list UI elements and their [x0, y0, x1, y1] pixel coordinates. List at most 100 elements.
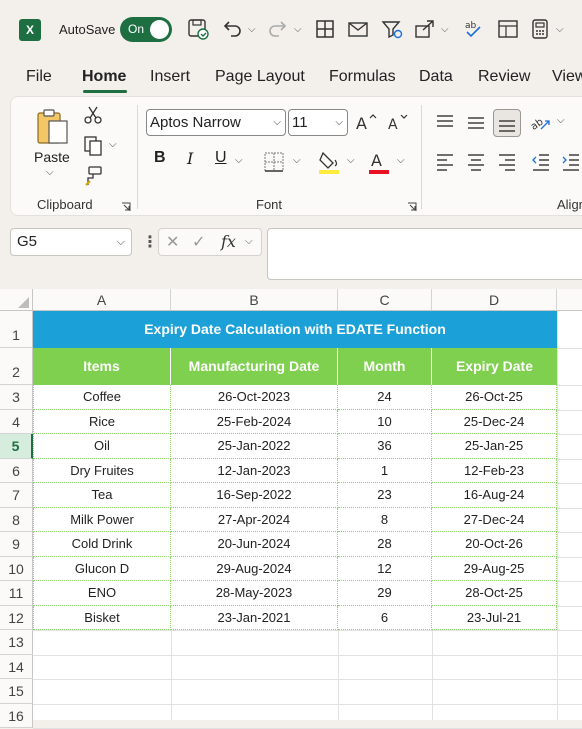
- clipboard-launcher-icon[interactable]: [121, 199, 131, 211]
- align-top-icon[interactable]: [435, 113, 455, 131]
- row-header-4[interactable]: 4: [0, 409, 33, 434]
- manufacturing-date-cell[interactable]: 23-Jan-2021: [171, 605, 338, 630]
- share-icon[interactable]: [413, 17, 437, 41]
- align-left-icon[interactable]: [435, 153, 455, 171]
- increase-indent-icon[interactable]: [561, 153, 581, 171]
- item-cell[interactable]: Glucon D: [33, 556, 171, 581]
- select-all-corner[interactable]: [0, 289, 33, 311]
- tab-file[interactable]: File: [26, 68, 52, 86]
- row-header-1[interactable]: 1: [0, 311, 33, 348]
- expiry-date-cell[interactable]: 12-Feb-23: [432, 458, 557, 483]
- copy-icon[interactable]: [83, 135, 103, 157]
- fill-color-icon[interactable]: [317, 149, 341, 175]
- fill-color-dropdown-chevron-icon[interactable]: ⌵: [347, 155, 355, 166]
- column-header-a[interactable]: A: [33, 289, 171, 311]
- font-size-select[interactable]: 11 ⌵: [288, 109, 348, 136]
- row-header-11[interactable]: 11: [0, 581, 33, 606]
- header-items[interactable]: Items: [33, 348, 171, 385]
- column-header-b[interactable]: B: [171, 289, 338, 311]
- month-cell[interactable]: 12: [338, 556, 432, 581]
- header-expiry-date[interactable]: Expiry Date: [432, 348, 557, 385]
- cancel-icon[interactable]: ✕: [166, 232, 179, 252]
- cut-icon[interactable]: [83, 105, 103, 125]
- expiry-date-cell[interactable]: 20-Oct-26: [432, 532, 557, 557]
- month-cell[interactable]: 8: [338, 507, 432, 532]
- item-cell[interactable]: Cold Drink: [33, 532, 171, 557]
- insert-function-button[interactable]: fx: [221, 232, 236, 251]
- expiry-date-cell[interactable]: 28-Oct-25: [432, 581, 557, 606]
- font-color-dropdown-chevron-icon[interactable]: ⌵: [397, 155, 405, 166]
- expiry-date-cell[interactable]: 29-Aug-25: [432, 556, 557, 581]
- row-header-15[interactable]: 15: [0, 679, 33, 704]
- item-cell[interactable]: Bisket: [33, 605, 171, 630]
- decrease-font-size-icon[interactable]: A: [387, 111, 409, 133]
- borders-dropdown-chevron-icon[interactable]: ⌵: [293, 155, 301, 166]
- font-color-icon[interactable]: A: [367, 149, 391, 175]
- manufacturing-date-cell[interactable]: 16-Sep-2022: [171, 483, 338, 508]
- borders-icon[interactable]: [263, 151, 285, 173]
- underline-button[interactable]: U: [215, 149, 227, 167]
- row-header-14[interactable]: 14: [0, 654, 33, 679]
- bold-button[interactable]: B: [154, 149, 166, 167]
- month-cell[interactable]: 6: [338, 605, 432, 630]
- align-middle-icon[interactable]: [466, 113, 486, 131]
- formula-input[interactable]: [267, 228, 582, 280]
- copy-dropdown-chevron-icon[interactable]: ⌵: [109, 139, 117, 150]
- month-cell[interactable]: 23: [338, 483, 432, 508]
- month-cell[interactable]: 24: [338, 385, 432, 410]
- row-header-7[interactable]: 7: [0, 483, 33, 508]
- align-center-icon[interactable]: [466, 153, 486, 171]
- share-dropdown-chevron-icon[interactable]: ⌵: [441, 24, 449, 35]
- row-header-16[interactable]: 16: [0, 703, 33, 728]
- tab-insert[interactable]: Insert: [150, 68, 190, 86]
- decrease-indent-icon[interactable]: [531, 153, 551, 171]
- row-header-12[interactable]: 12: [0, 605, 33, 630]
- row-header-6[interactable]: 6: [0, 458, 33, 483]
- expiry-date-cell[interactable]: 16-Aug-24: [432, 483, 557, 508]
- undo-dropdown-chevron-icon[interactable]: ⌵: [248, 24, 256, 35]
- align-bottom-icon[interactable]: [493, 109, 521, 137]
- font-launcher-icon[interactable]: [407, 199, 417, 211]
- item-cell[interactable]: ENO: [33, 581, 171, 606]
- redo-icon[interactable]: [266, 17, 290, 41]
- filter-icon[interactable]: [380, 17, 404, 41]
- month-cell[interactable]: 29: [338, 581, 432, 606]
- row-header-8[interactable]: 8: [0, 507, 33, 532]
- manufacturing-date-cell[interactable]: 29-Aug-2024: [171, 556, 338, 581]
- orientation-icon[interactable]: ab: [529, 111, 553, 133]
- tab-formulas[interactable]: Formulas: [329, 68, 396, 86]
- enter-icon[interactable]: ✓: [192, 232, 205, 252]
- row-header-10[interactable]: 10: [0, 556, 33, 581]
- tab-page-layout[interactable]: Page Layout: [215, 68, 305, 86]
- header-month[interactable]: Month: [338, 348, 432, 385]
- table-title[interactable]: Expiry Date Calculation with EDATE Funct…: [33, 311, 557, 348]
- mail-icon[interactable]: [346, 17, 370, 41]
- manufacturing-date-cell[interactable]: 12-Jan-2023: [171, 458, 338, 483]
- autosave-toggle[interactable]: On: [120, 17, 172, 42]
- italic-button[interactable]: I: [187, 149, 193, 168]
- form-icon[interactable]: [496, 17, 520, 41]
- column-header-d[interactable]: D: [432, 289, 557, 311]
- manufacturing-date-cell[interactable]: 26-Oct-2023: [171, 385, 338, 410]
- worksheet-grid[interactable]: A B C D 1 2 3 4 5 6 7 8 9 10 11 12 13 14 15 16 Expiry D…: [0, 289, 582, 729]
- align-right-icon[interactable]: [497, 153, 517, 171]
- month-cell[interactable]: 10: [338, 409, 432, 434]
- more-options-icon[interactable]: ⋮: [142, 232, 158, 252]
- font-name-select[interactable]: Aptos Narrow ⌵: [146, 109, 286, 136]
- orientation-dropdown-chevron-icon[interactable]: ⌵: [557, 115, 565, 126]
- row-header-2[interactable]: 2: [0, 348, 33, 385]
- expiry-date-cell[interactable]: 27-Dec-24: [432, 507, 557, 532]
- spelling-icon[interactable]: ab: [462, 17, 486, 41]
- row-header-13[interactable]: 13: [0, 630, 33, 655]
- manufacturing-date-cell[interactable]: 25-Jan-2022: [171, 434, 338, 459]
- expiry-date-cell[interactable]: 26-Oct-25: [432, 385, 557, 410]
- expiry-date-cell[interactable]: 25-Jan-25: [432, 434, 557, 459]
- increase-font-size-icon[interactable]: A: [355, 111, 377, 133]
- tab-review[interactable]: Review: [478, 68, 530, 86]
- underline-dropdown-chevron-icon[interactable]: ⌵: [235, 155, 243, 166]
- manufacturing-date-cell[interactable]: 25-Feb-2024: [171, 409, 338, 434]
- month-cell[interactable]: 28: [338, 532, 432, 557]
- tab-home[interactable]: Home: [82, 68, 126, 86]
- insert-function-chevron-icon[interactable]: ⌵: [245, 236, 253, 247]
- manufacturing-date-cell[interactable]: 20-Jun-2024: [171, 532, 338, 557]
